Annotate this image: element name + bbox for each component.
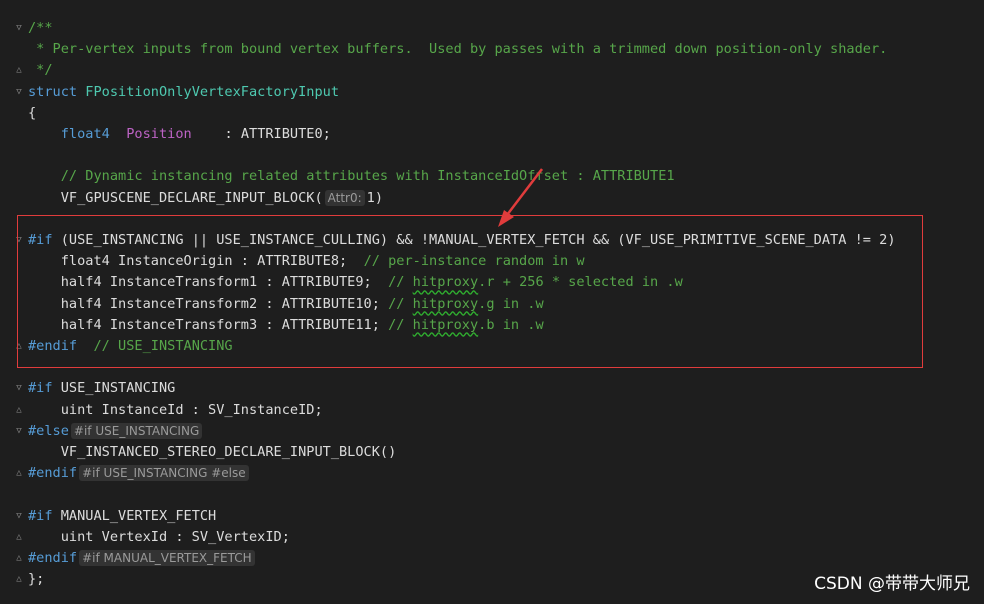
code-line[interactable]: { xyxy=(0,103,984,124)
token: uint VertexId : SV_VertexID; xyxy=(28,528,290,545)
code-line[interactable]: ▽ /** xyxy=(0,18,984,39)
code-text: #if USE_INSTANCING xyxy=(28,378,175,399)
fold-collapse-icon[interactable]: ▽ xyxy=(14,23,24,34)
fold-end-icon[interactable]: △ xyxy=(14,574,24,585)
code-line[interactable]: VF_INSTANCED_STEREO_DECLARE_INPUT_BLOCK(… xyxy=(0,442,984,463)
fold-end-icon[interactable]: △ xyxy=(14,65,24,76)
code-text: }; xyxy=(28,569,44,590)
annotation-arrow xyxy=(498,168,543,227)
token: FPositionOnlyVertexFactoryInput xyxy=(85,83,340,100)
code-line[interactable]: * Per-vertex inputs from bound vertex bu… xyxy=(0,39,984,60)
inline-hint: #if MANUAL_VERTEX_FETCH xyxy=(79,550,255,566)
token: }; xyxy=(28,571,45,588)
code-line[interactable]: ▽ struct FPositionOnlyVertexFactoryInput xyxy=(0,82,984,103)
token: VF_GPUSCENE_DECLARE_INPUT_BLOCK( xyxy=(28,189,323,206)
code-text: */ xyxy=(28,60,53,81)
code-line[interactable] xyxy=(0,145,984,166)
fold-end-icon[interactable]: △ xyxy=(14,468,24,479)
inline-hint: Attr0: xyxy=(324,189,365,206)
token: uint InstanceId : SV_InstanceID; xyxy=(28,401,323,418)
code-text: VF_GPUSCENE_DECLARE_INPUT_BLOCK(Attr0: 1) xyxy=(28,188,383,209)
code-line[interactable]: ▽ #if MANUAL_VERTEX_FETCH xyxy=(0,506,984,527)
inline-hint: #if USE_INSTANCING xyxy=(70,422,203,439)
inline-hint: #if USE_INSTANCING #else xyxy=(79,465,249,482)
code-text: * Per-vertex inputs from bound vertex bu… xyxy=(28,39,887,60)
fold-collapse-icon[interactable]: ▽ xyxy=(14,383,24,394)
code-line[interactable]: △ */ xyxy=(0,60,984,81)
code-text: struct FPositionOnlyVertexFactoryInput xyxy=(28,82,339,103)
fold-end-icon[interactable]: △ xyxy=(14,553,24,564)
fold-collapse-icon[interactable]: ▽ xyxy=(14,511,24,522)
watermark: CSDN @带带大师兄 xyxy=(814,574,970,594)
token: VF_INSTANCED_STEREO_DECLARE_INPUT_BLOCK(… xyxy=(28,444,397,460)
token: USE_INSTANCING xyxy=(52,380,176,397)
fold-end-icon[interactable]: △ xyxy=(14,532,24,543)
token: : ATTRIBUTE0; xyxy=(191,126,331,142)
code-line[interactable]: ▽ #if USE_INSTANCING xyxy=(0,378,984,399)
code-line[interactable]: float4 Position : ATTRIBUTE0; xyxy=(0,124,984,145)
token: MANUAL_VERTEX_FETCH xyxy=(52,507,217,524)
code-text: #if MANUAL_VERTEX_FETCH xyxy=(28,506,216,527)
token: * Per-vertex inputs from bound vertex bu… xyxy=(28,41,888,58)
token: #if xyxy=(28,380,53,397)
code-line[interactable] xyxy=(0,484,984,505)
token: struct xyxy=(28,83,78,100)
code-line[interactable]: △ uint InstanceId : SV_InstanceID; xyxy=(0,400,984,421)
token: #endif xyxy=(28,465,78,482)
code-text: { xyxy=(28,103,36,124)
token: // Dynamic instancing related attributes… xyxy=(60,168,675,185)
code-line[interactable]: △ uint VertexId : SV_VertexID; xyxy=(0,527,984,548)
fold-collapse-icon[interactable]: ▽ xyxy=(14,426,24,437)
token: float4 xyxy=(60,126,110,142)
code-text: #endif #if MANUAL_VERTEX_FETCH xyxy=(28,548,257,569)
token: Position xyxy=(126,126,192,142)
token: /** xyxy=(28,20,53,36)
code-text: // Dynamic instancing related attributes… xyxy=(28,166,675,187)
code-line[interactable]: ▽ #else #if USE_INSTANCING xyxy=(0,421,984,442)
fold-end-icon[interactable]: △ xyxy=(14,405,24,416)
token: #else xyxy=(28,422,69,439)
code-text: VF_INSTANCED_STEREO_DECLARE_INPUT_BLOCK(… xyxy=(28,442,397,463)
token: #endif xyxy=(28,550,78,566)
code-line[interactable]: △ #endif #if MANUAL_VERTEX_FETCH xyxy=(0,548,984,569)
token: 1) xyxy=(366,189,384,206)
token: #if xyxy=(28,507,53,524)
code-text: float4 Position : ATTRIBUTE0; xyxy=(28,124,331,145)
code-text: /** xyxy=(28,18,53,39)
code-text: #endif #if USE_INSTANCING #else xyxy=(28,463,251,484)
token: */ xyxy=(28,62,53,79)
highlight-box xyxy=(17,215,923,368)
code-text: #else #if USE_INSTANCING xyxy=(28,421,204,442)
fold-collapse-icon[interactable]: ▽ xyxy=(14,87,24,98)
token: { xyxy=(28,104,37,121)
code-text: uint VertexId : SV_VertexID; xyxy=(28,527,290,548)
code-text: uint InstanceId : SV_InstanceID; xyxy=(28,400,323,421)
code-line[interactable]: △ #endif #if USE_INSTANCING #else xyxy=(0,463,984,484)
